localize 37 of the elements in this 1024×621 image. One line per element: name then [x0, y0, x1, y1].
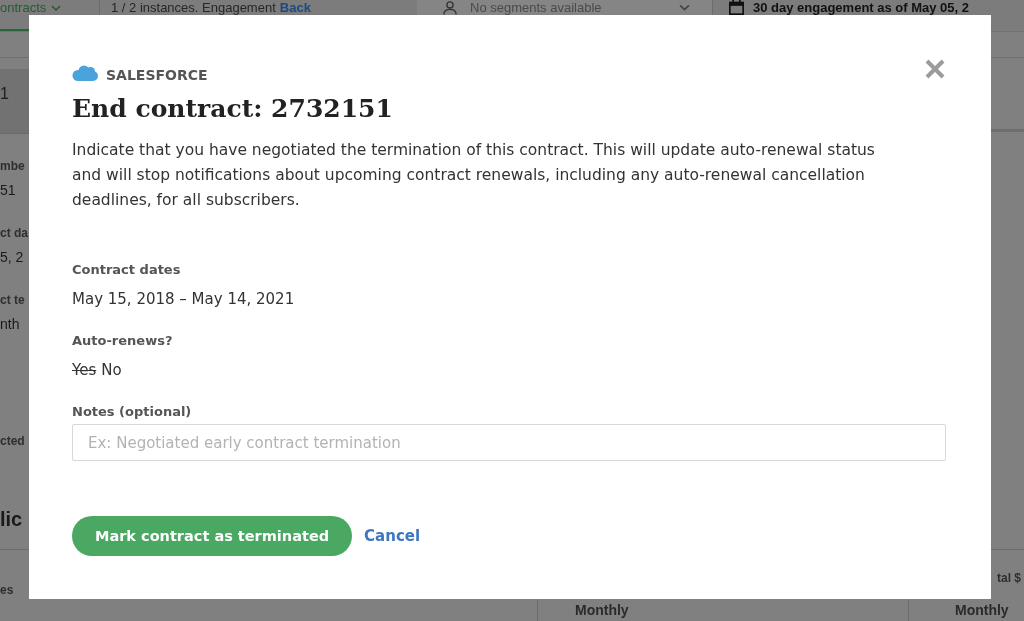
option-text: No [101, 360, 122, 381]
band-value: 1 [0, 84, 10, 104]
section-heading: lic [0, 507, 23, 532]
field-value: 51 [0, 181, 17, 200]
field-value: 5, 2 [0, 248, 25, 267]
table-cell: Monthly [908, 600, 1024, 621]
person-icon [443, 0, 457, 15]
engagement-text: 30 day engagement as of May 05, 2 [753, 0, 970, 15]
dialog-title: End contract: 2732151 [72, 93, 393, 125]
field-label: Contract dates [72, 261, 181, 279]
chevron-down-icon [679, 4, 690, 11]
cloud-icon [72, 64, 98, 82]
option-text: Yes [72, 360, 97, 381]
field-label: Auto-renews? [72, 332, 173, 350]
field-label: cted [0, 433, 25, 450]
field-value: nth [0, 315, 21, 334]
close-button[interactable] [924, 58, 946, 80]
field-label: ct da [0, 225, 28, 242]
notes-input[interactable]: Ex: Negotiated early contract termination [72, 424, 946, 461]
calendar-icon [729, 0, 744, 15]
column-header: tal $ [997, 570, 1021, 587]
field-value: May 15, 2018 – May 14, 2021 [72, 289, 295, 310]
terminate-button[interactable]: Mark contract as terminated [72, 516, 353, 556]
tab[interactable]: ontracts [0, 0, 68, 15]
instances-text: 1 / 2 instances. Engagement [111, 0, 276, 15]
back-link[interactable]: Back [279, 0, 311, 15]
field-label: ct te [0, 292, 25, 309]
source-label: SALESFORCE [106, 66, 208, 85]
table-cell: Monthly [537, 600, 908, 621]
field-label: Notes (optional) [72, 403, 192, 421]
dialog-description: Indicate that you have negotiated the termination of this contract. This will update auto-renewal status and will stop notifications about upcoming contract renewals, including any auto-renewal cancellation deadlines, for all subscribers. [72, 140, 876, 211]
close-icon [924, 58, 946, 80]
field-label: mbe [0, 158, 25, 175]
chevron-down-icon [51, 4, 62, 11]
column-header: es [0, 582, 14, 599]
segments-dropdown[interactable]: No segments available [417, 0, 713, 15]
cancel-link[interactable]: Cancel [364, 527, 421, 545]
